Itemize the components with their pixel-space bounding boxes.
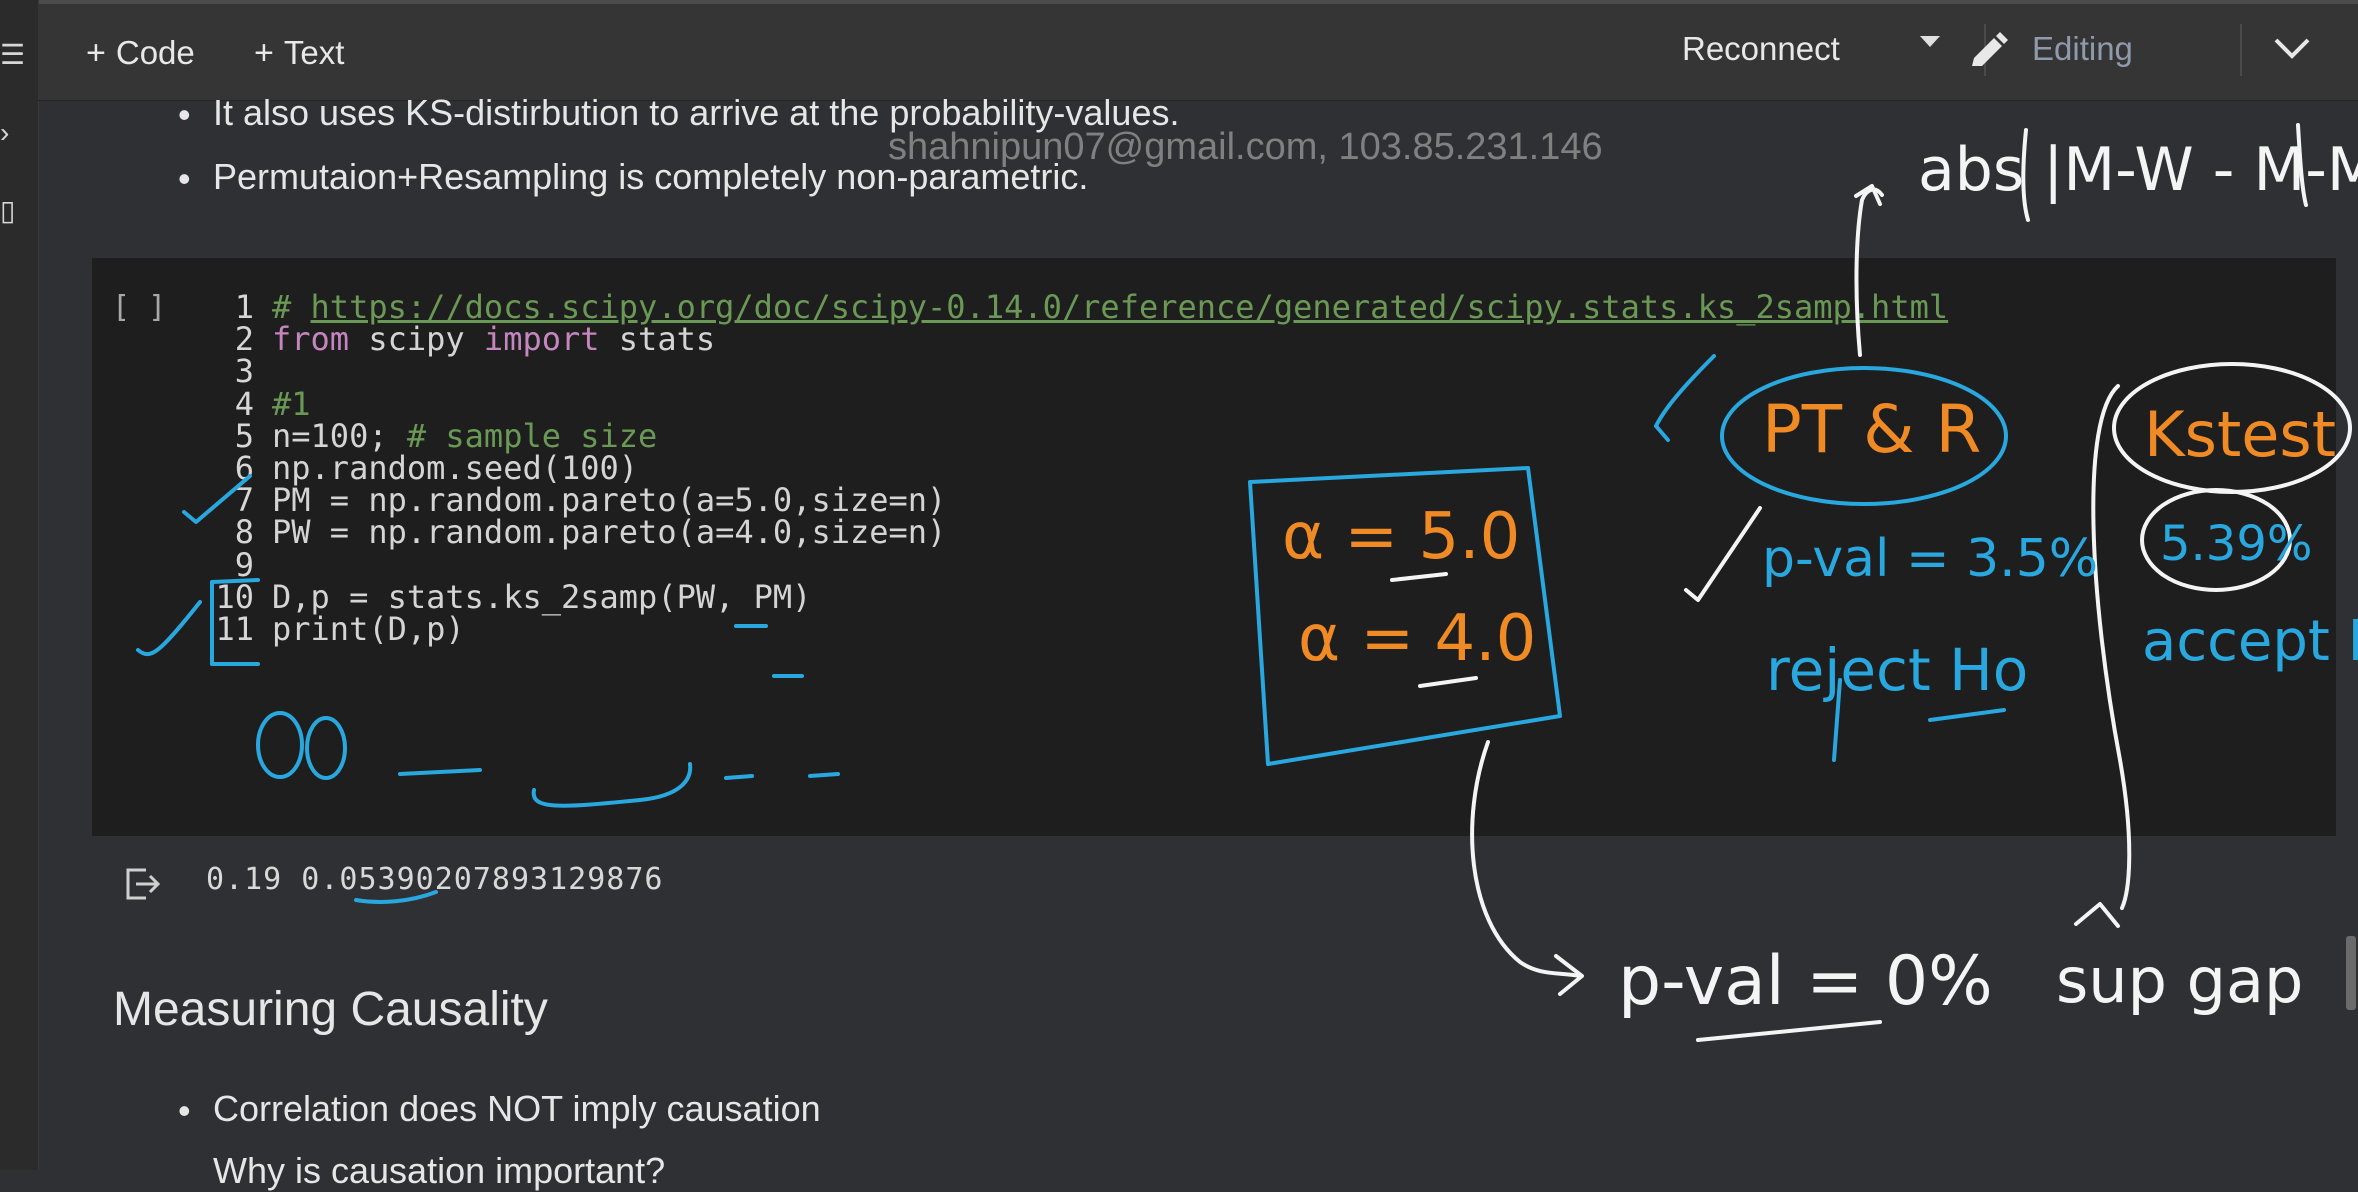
- toolbar-divider-2: [2240, 24, 2242, 76]
- add-code-label: Code: [115, 34, 195, 71]
- chevron-down-icon[interactable]: [2270, 34, 2314, 64]
- ink-pval-0: p-val = 0%: [1618, 942, 1993, 1021]
- ink-arrow-pval0-head: [1554, 954, 1584, 996]
- add-code-button[interactable]: + Code: [86, 28, 195, 78]
- ink-underline-pval0: [1696, 1020, 1882, 1042]
- ink-arrow-supgap-head: [2074, 902, 2120, 928]
- bullet-dot: •: [178, 158, 191, 199]
- code-line[interactable]: print(D,p): [272, 610, 465, 648]
- code-token: print(D,p): [272, 610, 465, 648]
- reconnect-dropdown-icon[interactable]: [1920, 36, 1940, 47]
- editing-mode-label[interactable]: Editing: [2032, 24, 2133, 74]
- cell-output: 0.19 0.05390207893129876: [206, 862, 664, 897]
- add-text-label: Text: [283, 34, 345, 71]
- ink-abs-bar-right: [2296, 123, 2308, 207]
- code-token: stats: [599, 320, 716, 358]
- left-sidebar: ☰ › ▯: [0, 0, 39, 1170]
- run-cell-button[interactable]: [ ]: [112, 290, 166, 325]
- ink-sup-gap: sup gap: [2056, 944, 2303, 1017]
- notebook-toolbar: + Code + Text: [38, 4, 2358, 101]
- code-icon[interactable]: ›: [0, 118, 22, 148]
- plus-icon: +: [86, 34, 106, 72]
- menu-icon[interactable]: ☰: [0, 40, 25, 70]
- line-number: 11: [215, 610, 254, 648]
- ink-abs-bar-left: [2021, 128, 2030, 222]
- code-token: import: [483, 320, 600, 358]
- folder-icon[interactable]: ▯: [0, 196, 22, 226]
- bullet-dot: •: [178, 1090, 191, 1131]
- markdown-bullet: Correlation does NOT imply causation: [213, 1088, 821, 1129]
- code-line[interactable]: from scipy import stats: [272, 320, 715, 358]
- plus-icon: +: [254, 34, 274, 72]
- output-icon: [126, 868, 161, 900]
- code-line[interactable]: PW = np.random.pareto(a=4.0,size=n): [272, 513, 946, 551]
- code-token: PW = np.random.pareto(a=4.0,size=n): [272, 513, 947, 551]
- code-token: from: [272, 320, 350, 358]
- reconnect-button[interactable]: Reconnect: [1682, 24, 1840, 74]
- code-token: scipy: [349, 320, 484, 358]
- bullet-dot: •: [178, 94, 191, 135]
- pencil-icon[interactable]: [1966, 30, 2010, 74]
- watermark: shahnipun07@gmail.com, 103.85.231.146: [888, 126, 1603, 168]
- add-text-button[interactable]: + Text: [254, 28, 344, 78]
- ink-abs-formula: abs |M-W - M-M|: [1918, 135, 2358, 205]
- ink-arrow-abs-head: [1854, 184, 1882, 206]
- section-heading: Measuring Causality: [113, 983, 548, 1036]
- markdown-bullet: Why is causation important?: [213, 1150, 666, 1191]
- scrollbar[interactable]: [2346, 936, 2356, 1010]
